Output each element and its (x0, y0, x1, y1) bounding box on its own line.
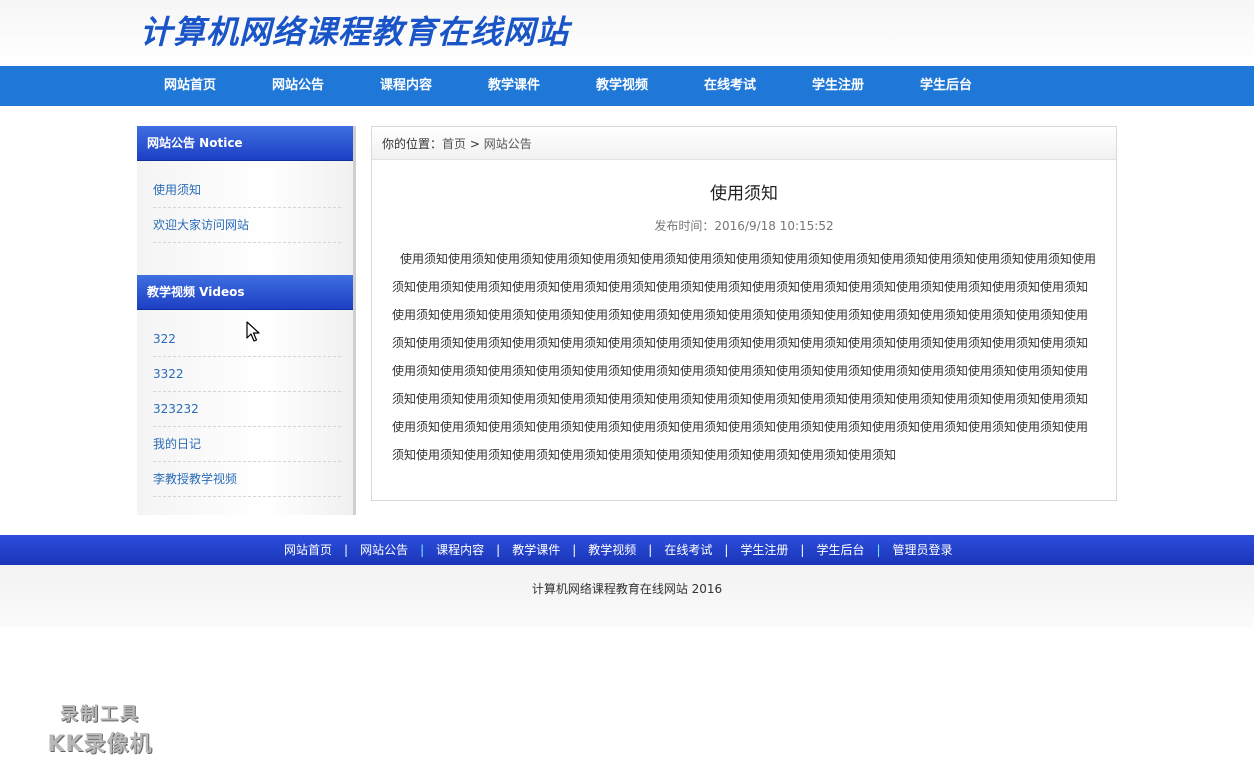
nav-item-courseware[interactable]: 教学课件 (460, 66, 568, 106)
breadcrumb-separator: > (469, 137, 480, 151)
footer-nav: 网站首页 | 网站公告 | 课程内容 | 教学课件 | 教学视频 | 在线考试 … (0, 535, 1254, 565)
video-link[interactable]: 李教授教学视频 (153, 462, 341, 497)
site-logo-title[interactable]: 计算机网络课程教育在线网站 (140, 10, 569, 54)
videos-section-title: 教学视频 Videos (137, 275, 353, 310)
footer-link-register[interactable]: 学生注册 (728, 535, 800, 565)
nav-item-register[interactable]: 学生注册 (784, 66, 892, 106)
footer-link-courseware[interactable]: 教学课件 (500, 535, 572, 565)
breadcrumb-current[interactable]: 网站公告 (484, 137, 532, 151)
article-title: 使用须知 (710, 184, 778, 204)
footer-link-exam[interactable]: 在线考试 (652, 535, 724, 565)
breadcrumb: 你的位置：首页 > 网站公告 (372, 127, 1116, 160)
copyright-text: 计算机网络课程教育在线网站 2016 (531, 582, 723, 596)
notice-link[interactable]: 欢迎大家访问网站 (153, 208, 341, 243)
nav-item-video[interactable]: 教学视频 (568, 66, 676, 106)
article-body: 使用须知使用须知使用须知使用须知使用须知使用须知使用须知使用须知使用须知使用须知… (392, 252, 1097, 462)
footer-link-admin-login[interactable]: 管理员登录 (881, 535, 965, 565)
footer-bottom: 计算机网络课程教育在线网站 2016 (0, 565, 1254, 627)
footer-link-course[interactable]: 课程内容 (424, 535, 496, 565)
video-link[interactable]: 我的日记 (153, 427, 341, 462)
nav-item-exam[interactable]: 在线考试 (676, 66, 784, 106)
nav-item-notice[interactable]: 网站公告 (244, 66, 352, 106)
notice-link[interactable]: 使用须知 (153, 173, 341, 208)
article-panel: 你的位置：首页 > 网站公告 使用须知 发布时间：2016/9/18 10:15… (371, 126, 1117, 501)
footer-link-student-admin[interactable]: 学生后台 (804, 535, 876, 565)
nav-item-course[interactable]: 课程内容 (352, 66, 460, 106)
video-link[interactable]: 323232 (153, 392, 341, 427)
footer-link-video[interactable]: 教学视频 (576, 535, 648, 565)
header: 计算机网络课程教育在线网站 (0, 0, 1254, 66)
notice-section-title: 网站公告 Notice (137, 126, 353, 161)
mouse-pointer-icon (246, 321, 260, 342)
footer-link-home[interactable]: 网站首页 (272, 535, 344, 565)
notice-list: 使用须知 欢迎大家访问网站 (137, 161, 353, 243)
video-list: 322 3322 323232 我的日记 李教授教学视频 (137, 310, 353, 497)
nav-item-home[interactable]: 网站首页 (136, 66, 244, 106)
article-publish-time: 发布时间：2016/9/18 10:15:52 (654, 219, 834, 233)
breadcrumb-home-link[interactable]: 首页 (442, 137, 466, 151)
breadcrumb-prefix: 你的位置： (382, 137, 443, 151)
video-link[interactable]: 3322 (153, 357, 341, 392)
watermark-line1: 录制工具 (60, 704, 140, 725)
watermark-line2: KK录像机 (47, 732, 153, 757)
nav-item-student-admin[interactable]: 学生后台 (892, 66, 1000, 106)
main-nav: 网站首页 网站公告 课程内容 教学课件 教学视频 在线考试 学生注册 学生后台 (0, 66, 1254, 106)
recorder-watermark: 录制工具 KK录像机 (30, 700, 170, 758)
footer-link-notice[interactable]: 网站公告 (348, 535, 420, 565)
